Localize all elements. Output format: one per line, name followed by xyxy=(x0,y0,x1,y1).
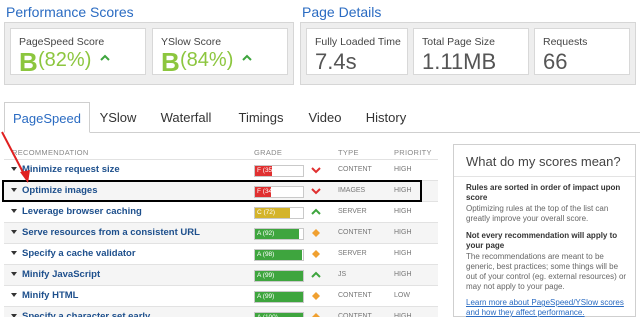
rule-priority: LOW xyxy=(394,292,410,299)
grade-bar: A (100) xyxy=(254,312,304,317)
divider xyxy=(454,176,635,177)
expand-caret-icon[interactable] xyxy=(11,251,17,255)
requests-label: Requests xyxy=(543,36,588,48)
grade-fill: A (98) xyxy=(255,250,303,260)
tab-yslow[interactable]: YSlow xyxy=(90,102,146,133)
grade-bar: C (72) xyxy=(254,207,304,219)
scores-help-title: What do my scores mean? xyxy=(466,154,621,169)
rule-type: JS xyxy=(338,271,347,278)
expand-caret-icon[interactable] xyxy=(11,230,17,234)
rule-type: SERVER xyxy=(338,250,367,257)
tab-history[interactable]: History xyxy=(354,102,418,133)
rule-priority: HIGH xyxy=(394,271,412,278)
pagespeed-grade: B xyxy=(19,47,38,77)
yslow-score-card[interactable]: YSlow Score B (84%) xyxy=(152,28,288,77)
trend-neutral-icon xyxy=(312,229,320,237)
recommendation-name[interactable]: Leverage browser caching xyxy=(22,206,142,217)
tab-waterfall[interactable]: Waterfall xyxy=(146,102,226,133)
help-text-sorted: Optimizing rules at the top of the list … xyxy=(466,204,609,223)
page-details-panel: Fully Loaded Time 7.4s Total Page Size 1… xyxy=(300,22,636,85)
table-row[interactable]: Minify HTML A (99) CONTENT LOW xyxy=(4,285,438,306)
pagespeed-score-card[interactable]: PageSpeed Score B (82%) xyxy=(10,28,146,77)
report-tabs: PageSpeed YSlow Waterfall Timings Video … xyxy=(4,102,640,133)
yslow-grade: B xyxy=(161,47,180,77)
trend-up-icon xyxy=(242,54,252,61)
recommendation-name[interactable]: Serve resources from a consistent URL xyxy=(22,227,200,238)
rule-type: CONTENT xyxy=(338,313,372,317)
page-details-title: Page Details xyxy=(302,4,382,20)
grade-bar: A (99) xyxy=(254,270,304,282)
highlight-box xyxy=(2,180,422,202)
trend-up-icon xyxy=(100,54,110,61)
fully-loaded-time-label: Fully Loaded Time xyxy=(315,36,401,48)
rule-priority: HIGH xyxy=(394,229,412,236)
header-type: TYPE xyxy=(338,148,359,157)
trend-up-icon xyxy=(311,208,321,215)
table-row[interactable]: Specify a cache validator A (98) SERVER HIG… xyxy=(4,243,438,264)
rule-priority: HIGH xyxy=(394,166,412,173)
expand-caret-icon[interactable] xyxy=(11,272,17,276)
rule-type: SERVER xyxy=(338,208,367,215)
rule-type: CONTENT xyxy=(338,229,372,236)
table-row[interactable]: Minify JavaScript A (99) JS HIGH xyxy=(4,264,438,285)
header-grade: GRADE xyxy=(254,148,283,157)
recommendation-name[interactable]: Specify a cache validator xyxy=(22,248,136,259)
learn-more-link[interactable]: Learn more about PageSpeed/YSlow scores … xyxy=(466,298,631,317)
grade-bar: F (35) xyxy=(254,165,304,177)
trend-up-icon xyxy=(311,271,321,278)
grade-fill: A (99) xyxy=(255,271,303,281)
recommendation-name[interactable]: Minify JavaScript xyxy=(22,269,100,280)
table-row[interactable]: Minimize request size F (35) CONTENT HIGH xyxy=(4,159,438,180)
rule-type: CONTENT xyxy=(338,292,372,299)
fully-loaded-time-value: 7.4s xyxy=(315,49,357,74)
grade-fill: C (72) xyxy=(255,208,290,218)
requests-card: Requests 66 xyxy=(534,28,630,75)
help-heading-sorted: Rules are sorted in order of impact upon… xyxy=(466,183,621,202)
help-text-not-every: The recommendations are meant to be gene… xyxy=(466,252,627,291)
tab-timings[interactable]: Timings xyxy=(226,102,296,133)
grade-fill: A (92) xyxy=(255,229,300,239)
grade-bar: A (92) xyxy=(254,228,304,240)
performance-scores-panel: PageSpeed Score B (82%) YSlow Score B (8… xyxy=(4,22,294,85)
grade-fill: A (100) xyxy=(255,313,303,317)
grade-bar: A (98) xyxy=(254,249,304,261)
trend-down-icon xyxy=(311,167,321,174)
tab-video[interactable]: Video xyxy=(296,102,354,133)
rule-priority: HIGH xyxy=(394,250,412,257)
table-row[interactable]: Serve resources from a consistent URL A (… xyxy=(4,222,438,243)
grade-bar: A (99) xyxy=(254,291,304,303)
red-arrow-annotation xyxy=(1,131,30,183)
rule-priority: HIGH xyxy=(394,313,412,317)
fully-loaded-time-card: Fully Loaded Time 7.4s xyxy=(306,28,408,75)
expand-caret-icon[interactable] xyxy=(11,293,17,297)
total-page-size-card: Total Page Size 1.11MB xyxy=(413,28,529,75)
trend-neutral-icon xyxy=(312,292,320,300)
table-row[interactable]: Specify a character set early A (100) CONT… xyxy=(4,306,438,317)
header-priority: PRIORITY xyxy=(394,148,432,157)
rule-priority: HIGH xyxy=(394,208,412,215)
rule-type: CONTENT xyxy=(338,166,372,173)
pagespeed-percent: (82%) xyxy=(38,49,92,71)
trend-neutral-icon xyxy=(312,250,320,258)
help-heading-not-every: Not every recommendation will apply to y… xyxy=(466,231,618,250)
grade-fill: A (99) xyxy=(255,292,303,302)
recommendation-name[interactable]: Specify a character set early xyxy=(22,311,150,317)
expand-caret-icon[interactable] xyxy=(11,209,17,213)
recommendation-name[interactable]: Minify HTML xyxy=(22,290,78,301)
trend-neutral-icon xyxy=(312,313,320,317)
performance-scores-title: Performance Scores xyxy=(6,4,134,20)
table-row[interactable]: Leverage browser caching C (72) SERVER HIGH xyxy=(4,201,438,222)
yslow-percent: (84%) xyxy=(180,49,234,71)
scores-help-panel: What do my scores mean? Rules are sorted… xyxy=(453,144,636,317)
grade-fill: F (35) xyxy=(255,166,275,176)
requests-value: 66 xyxy=(543,49,568,74)
total-page-size-value: 1.11MB xyxy=(422,49,497,74)
total-page-size-label: Total Page Size xyxy=(422,36,495,48)
